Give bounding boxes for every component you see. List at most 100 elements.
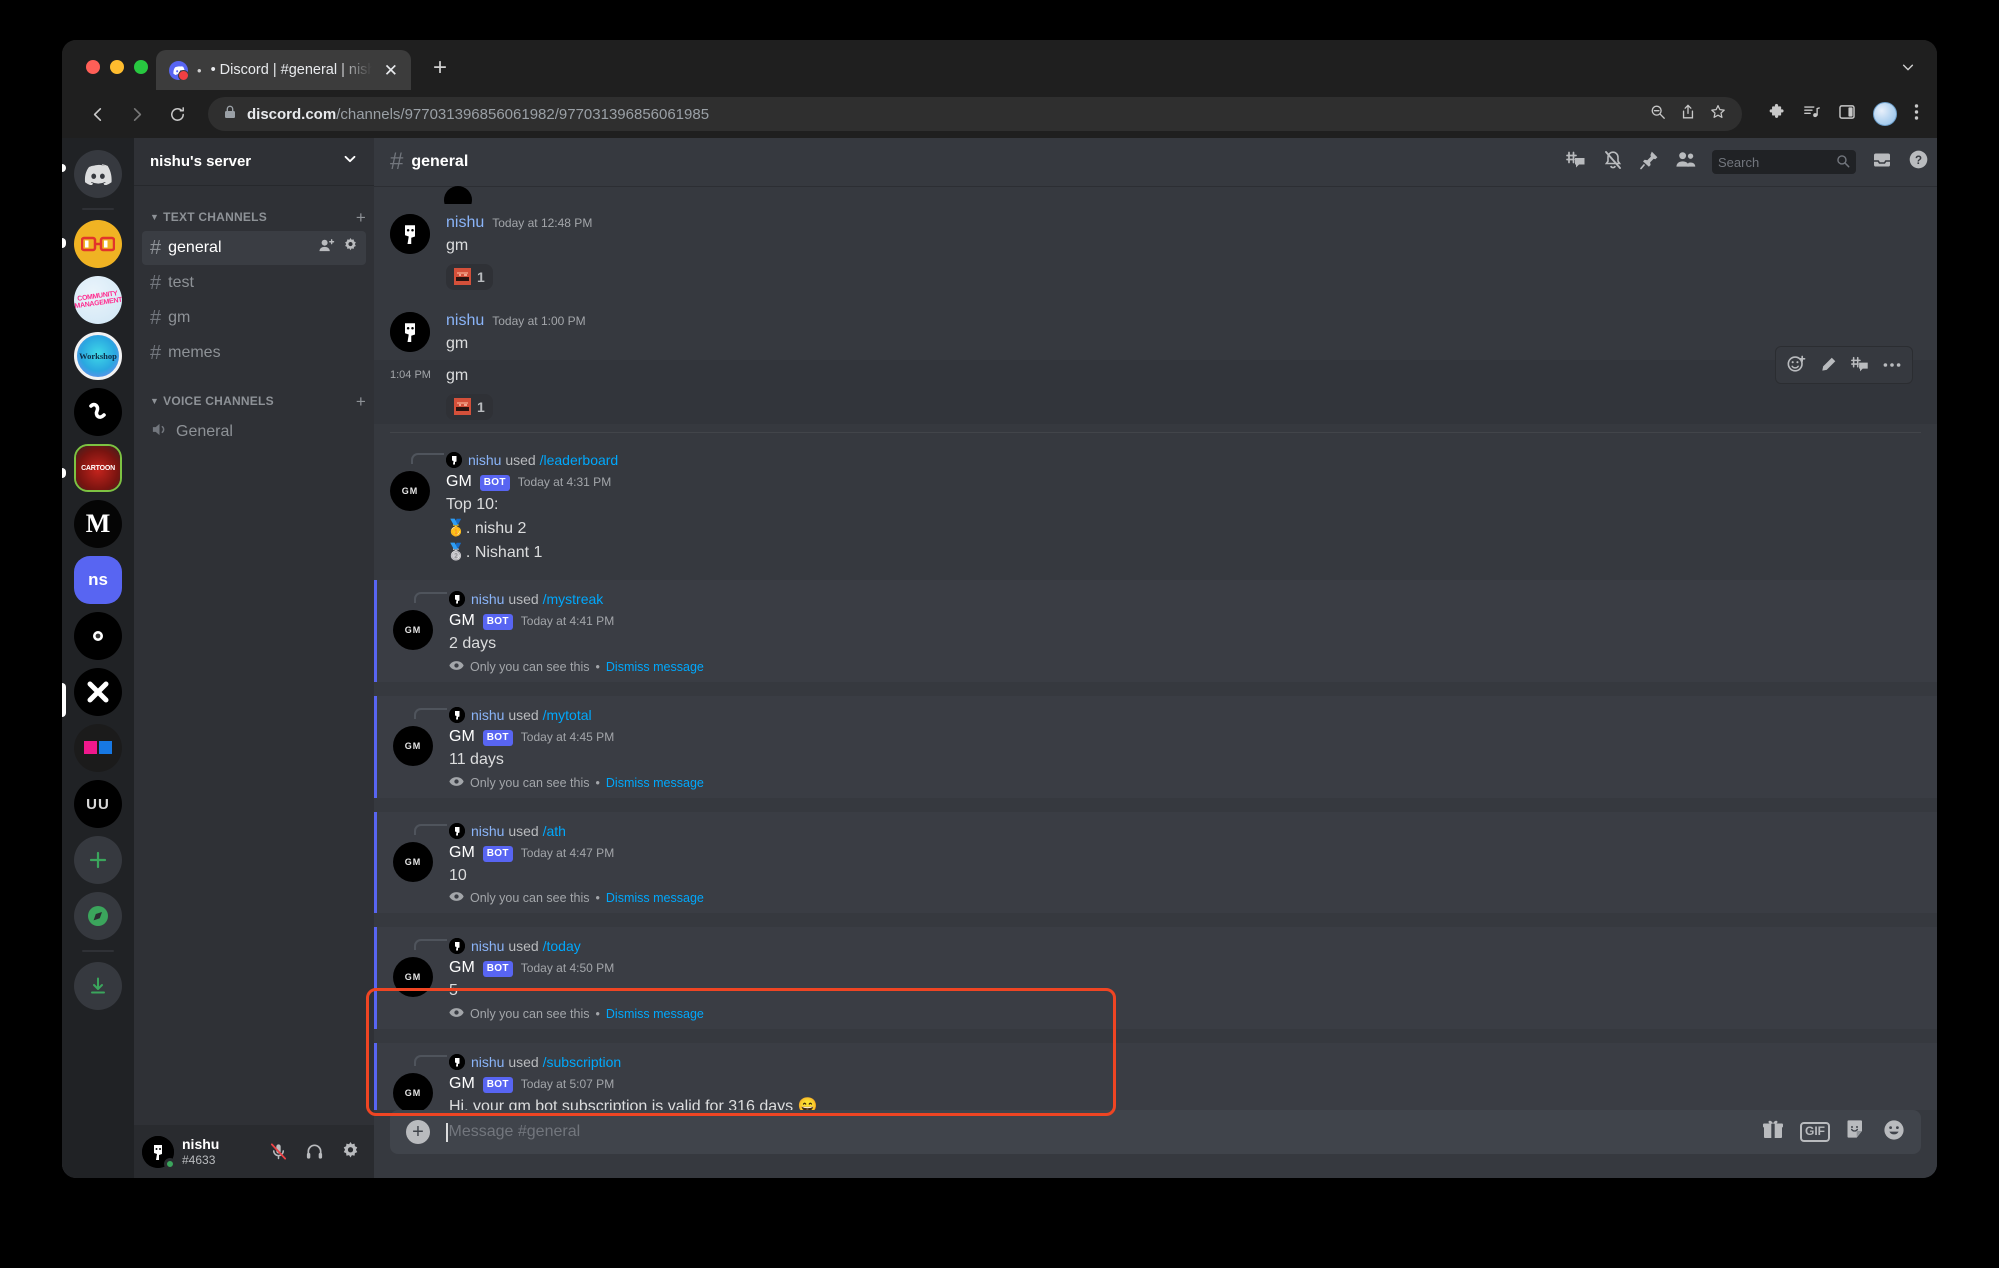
interaction-command[interactable]: /subscription — [543, 1054, 622, 1070]
bell-muted-icon[interactable] — [1603, 150, 1623, 175]
plus-circle-icon[interactable]: + — [406, 1120, 430, 1144]
create-channel-button[interactable]: + — [356, 209, 366, 226]
avatar[interactable] — [390, 214, 430, 254]
avatar[interactable]: GM — [393, 841, 433, 882]
sidebar-item-glasses-server[interactable] — [74, 220, 122, 268]
thread-icon[interactable] — [1846, 351, 1874, 379]
sidebar-item-workshop-server[interactable]: Workshop — [74, 332, 122, 380]
dismiss-message-link[interactable]: Dismiss message — [606, 1007, 704, 1021]
gift-icon[interactable] — [1762, 1119, 1784, 1145]
server-header[interactable]: nishu's server — [134, 138, 374, 186]
address-bar[interactable]: discord.com/channels/977031396856061982/… — [208, 97, 1742, 131]
interaction-username[interactable]: nishu — [471, 938, 504, 954]
forward-arrow-icon[interactable] — [120, 97, 154, 131]
zoom-out-icon[interactable] — [1650, 104, 1666, 125]
threads-icon[interactable] — [1565, 150, 1587, 175]
maximize-window-button[interactable] — [134, 60, 148, 74]
interaction-username[interactable]: nishu — [471, 1054, 504, 1070]
avatar[interactable]: GM — [393, 957, 433, 998]
sidebar-item-memes[interactable]: # memes — [142, 336, 366, 370]
sidebar-item-voice-general[interactable]: General — [142, 415, 366, 449]
message-list[interactable]: nishu Today at 12:48 PM gm 1 nishu Today… — [374, 186, 1937, 1110]
user-identity[interactable]: nishu #4633 — [182, 1136, 219, 1167]
bookmark-star-icon[interactable] — [1710, 104, 1726, 125]
browser-tab[interactable]: • • Discord | #general | nishu's se ✕ — [156, 50, 411, 90]
interaction-command[interactable]: /today — [543, 938, 581, 954]
interaction-command[interactable]: /leaderboard — [540, 452, 619, 468]
minimize-window-button[interactable] — [110, 60, 124, 74]
gif-badge-icon[interactable]: GIF — [1800, 1122, 1830, 1142]
sidebar-item-x-server[interactable] — [74, 668, 122, 716]
dismiss-message-link[interactable]: Dismiss message — [606, 660, 704, 674]
tab-close-button[interactable]: ✕ — [381, 60, 401, 81]
new-tab-button[interactable]: + — [433, 56, 447, 80]
interaction-username[interactable]: nishu — [471, 823, 504, 839]
ellipsis-icon[interactable] — [1878, 351, 1906, 379]
sticker-icon[interactable] — [1846, 1119, 1867, 1145]
message-bot-ath[interactable]: GM nishu used /ath GM BOT Today at 4:47 … — [374, 811, 1937, 914]
message-author[interactable]: GM — [449, 610, 475, 632]
chevron-down-icon[interactable] — [342, 151, 358, 172]
message-author[interactable]: nishu — [446, 310, 484, 332]
dismiss-message-link[interactable]: Dismiss message — [606, 891, 704, 905]
download-apps-button[interactable] — [74, 962, 122, 1010]
sidebar-item-home[interactable] — [74, 150, 122, 198]
help-circle-icon[interactable]: ? — [1908, 149, 1929, 175]
side-panel-icon[interactable] — [1838, 103, 1856, 126]
message-author[interactable]: GM — [446, 471, 472, 493]
sidebar-item-nishus-server[interactable]: ns — [74, 556, 122, 604]
message-bot-subscription[interactable]: GM nishu used /subscription GM BOT Today… — [374, 1043, 1937, 1110]
emoji-smile-icon[interactable] — [1883, 1119, 1905, 1146]
message-nishu-0104[interactable]: 1:04 PM gm 1 — [374, 345, 1937, 425]
reload-icon[interactable] — [160, 97, 194, 131]
message-author[interactable]: GM — [449, 726, 475, 748]
avatar[interactable] — [142, 1135, 176, 1170]
gear-icon[interactable] — [334, 1136, 366, 1168]
message-bot-today[interactable]: GM nishu used /today GM BOT Today at 4:5… — [374, 927, 1937, 1030]
avatar[interactable] — [390, 312, 430, 353]
message-input[interactable]: Message #general — [446, 1122, 1746, 1142]
avatar[interactable]: GM — [393, 610, 433, 651]
message-author[interactable]: nishu — [446, 212, 484, 234]
reaction-badge[interactable]: 1 — [446, 393, 493, 420]
reaction-badge[interactable]: 1 — [446, 263, 493, 290]
avatar[interactable]: GM — [390, 471, 430, 512]
avatar[interactable]: GM — [393, 1073, 433, 1110]
pin-icon[interactable] — [1639, 150, 1659, 175]
add-server-button[interactable] — [74, 836, 122, 884]
message-bot-leaderboard[interactable]: GM nishu used /leaderboard GM BOT Today … — [374, 441, 1937, 566]
dismiss-message-link[interactable]: Dismiss message — [606, 776, 704, 790]
message-author[interactable]: GM — [449, 842, 475, 864]
interaction-username[interactable]: nishu — [471, 591, 504, 607]
interaction-command[interactable]: /mystreak — [543, 591, 604, 607]
chrome-menu-icon[interactable] — [1914, 103, 1919, 126]
create-voice-channel-button[interactable]: + — [356, 393, 366, 410]
back-arrow-icon[interactable] — [80, 97, 114, 131]
search-input[interactable]: Search — [1712, 150, 1856, 174]
pencil-icon[interactable] — [1814, 351, 1842, 379]
settings-gear-icon[interactable] — [343, 238, 358, 258]
sidebar-item-test[interactable]: # test — [142, 266, 366, 300]
sidebar-item-general[interactable]: # general — [142, 231, 366, 265]
tab-search-chevron-icon[interactable] — [1901, 60, 1937, 90]
sidebar-item-gm[interactable]: # gm — [142, 301, 366, 335]
message-bot-mystreak[interactable]: GM nishu used /mystreak GM BOT Today at … — [374, 580, 1937, 683]
share-icon[interactable] — [1680, 104, 1696, 125]
interaction-username[interactable]: nishu — [471, 707, 504, 723]
message-author[interactable]: GM — [449, 957, 475, 979]
sidebar-item-swirl-server[interactable] — [74, 388, 122, 436]
add-member-icon[interactable] — [318, 238, 335, 258]
sidebar-item-community-management-server[interactable]: COMMUNITY MANAGEMENT — [74, 276, 122, 324]
close-window-button[interactable] — [86, 60, 100, 74]
message-composer[interactable]: + Message #general GIF — [390, 1110, 1921, 1154]
sidebar-item-m-server[interactable]: M — [74, 500, 122, 548]
media-list-icon[interactable] — [1803, 103, 1821, 126]
explore-servers-button[interactable] — [74, 892, 122, 940]
category-text-channels[interactable]: ▼ TEXT CHANNELS + — [134, 204, 374, 230]
message-bot-mytotal[interactable]: GM nishu used /mytotal GM BOT Today at 4… — [374, 696, 1937, 798]
inbox-icon[interactable] — [1872, 150, 1892, 175]
category-voice-channels[interactable]: ▼ VOICE CHANNELS + — [134, 388, 374, 414]
message-nishu-1248[interactable]: nishu Today at 12:48 PM gm 1 — [374, 210, 1937, 292]
interaction-command[interactable]: /ath — [543, 823, 566, 839]
interaction-username[interactable]: nishu — [468, 452, 501, 468]
